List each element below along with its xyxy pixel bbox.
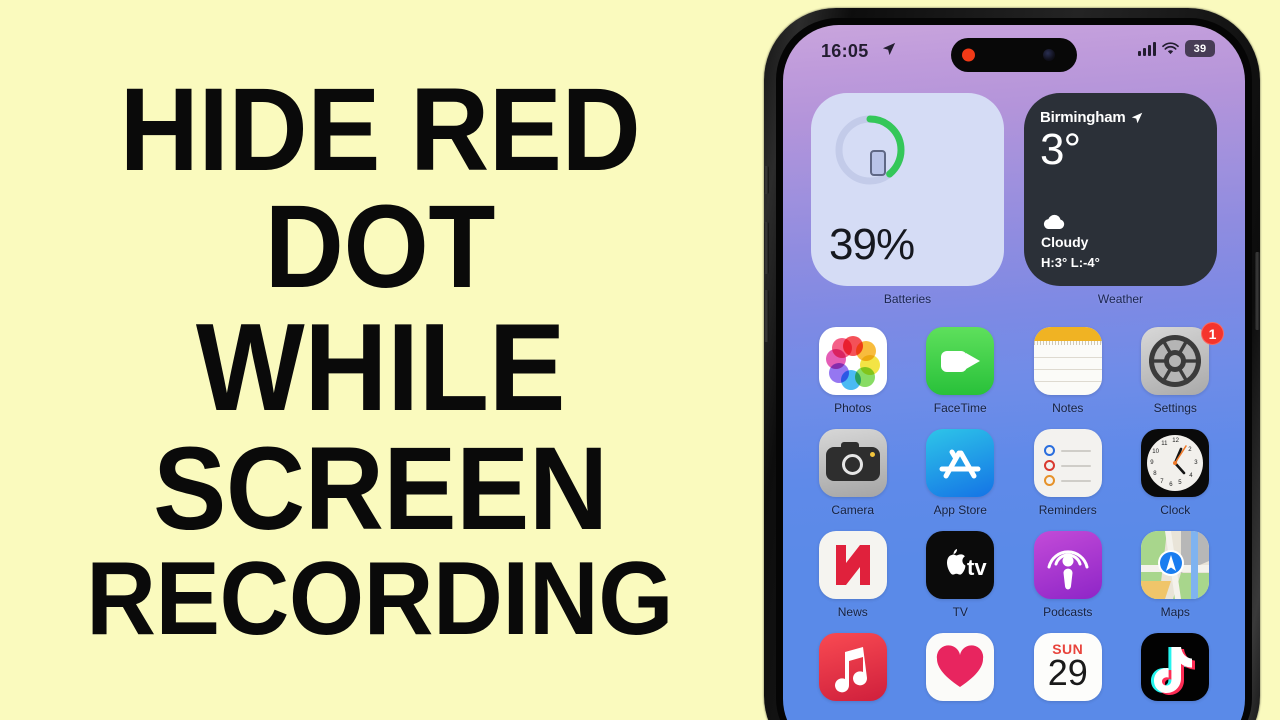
cellular-signal-icon (1138, 41, 1156, 56)
app-icon-facetime[interactable]: FaceTime (907, 327, 1015, 415)
status-bar-right-group: 39 (1138, 40, 1215, 57)
app-label: Settings (1153, 401, 1197, 415)
iphone-icon (870, 150, 886, 176)
weather-condition-text: Cloudy (1041, 234, 1089, 250)
notes-icon (1033, 327, 1102, 395)
battery-percent-text: 39% (829, 220, 915, 269)
app-icon-health[interactable] (907, 633, 1015, 707)
camera-icon (818, 429, 887, 497)
app-icon-calendar[interactable]: SUN 29 (1014, 633, 1122, 707)
title-line-1: HIDE RED (119, 63, 641, 196)
app-label: Photos (834, 401, 872, 415)
app-icon-maps[interactable]: Maps (1122, 531, 1230, 619)
news-icon (818, 531, 887, 599)
title-line-5: RECORDING (86, 541, 674, 658)
app-icon-clock[interactable]: 12 2 3 4 5 6 7 8 9 10 11 Clock (1122, 429, 1230, 517)
app-icon-podcasts[interactable]: Podcasts (1014, 531, 1122, 619)
app-grid: Photos FaceTime Notes 1 Settings Camera … (799, 322, 1230, 707)
location-arrow-icon (882, 42, 896, 56)
location-arrow-icon (1131, 112, 1142, 123)
maps-icon (1141, 531, 1210, 599)
app-icon-tv[interactable]: tv TV (907, 531, 1015, 619)
app-icon-music[interactable] (799, 633, 907, 707)
tiktok-icon (1141, 633, 1210, 701)
gear-icon (1149, 335, 1202, 387)
reminders-icon (1033, 429, 1102, 497)
widget-row: 39% Batteries Birmingham 3° Cloudy H:3° … (811, 93, 1217, 306)
app-label: Podcasts (1043, 605, 1093, 619)
app-label: Clock (1160, 503, 1191, 517)
app-label: Maps (1160, 605, 1190, 619)
mute-switch-button[interactable] (764, 166, 769, 194)
red-recording-dot-icon (962, 48, 975, 62)
podcasts-icon (1033, 531, 1102, 599)
weather-city-text: Birmingham (1040, 109, 1126, 126)
photos-icon (818, 327, 887, 395)
status-bar: 16:05 39 (783, 25, 1245, 83)
app-icon-camera[interactable]: Camera (799, 429, 907, 517)
weather-widget[interactable]: Birmingham 3° Cloudy H:3° L:-4° (1024, 93, 1217, 286)
app-label: Camera (831, 503, 875, 517)
clock-icon: 12 2 3 4 5 6 7 8 9 10 11 (1141, 429, 1210, 497)
app-icon-app-store[interactable]: App Store (907, 429, 1015, 517)
app-label: FaceTime (933, 401, 987, 415)
battery-level-text: 39 (1193, 42, 1207, 55)
battery-indicator: 39 (1185, 40, 1215, 57)
power-button[interactable] (1255, 252, 1260, 330)
weather-temperature-text: 3° (1040, 125, 1081, 174)
wifi-icon (1162, 41, 1179, 54)
app-label: TV (952, 605, 968, 619)
app-icon-reminders[interactable]: Reminders (1014, 429, 1122, 517)
tv-icon: tv (926, 531, 995, 599)
title-line-4: SCREEN (152, 422, 608, 555)
batteries-widget-cell: 39% Batteries (811, 93, 1004, 306)
app-label: Notes (1052, 401, 1084, 415)
iphone-device: 16:05 39 39% Batteries Birmingham 3° Clo… (762, 8, 1262, 720)
health-icon (926, 633, 995, 701)
dynamic-island[interactable] (951, 38, 1077, 72)
batteries-widget-label: Batteries (883, 292, 932, 306)
batteries-widget[interactable]: 39% (811, 93, 1004, 286)
phone-screen[interactable]: 16:05 39 39% Batteries Birmingham 3° Clo… (783, 25, 1245, 720)
volume-down-button[interactable] (764, 290, 769, 342)
title-line-2: DOT (264, 181, 496, 314)
app-label: News (837, 605, 868, 619)
app-label: Reminders (1038, 503, 1097, 517)
cloud-icon (1043, 214, 1065, 229)
weather-widget-label: Weather (1097, 292, 1144, 306)
status-bar-time: 16:05 (821, 41, 869, 61)
settings-icon (1141, 327, 1210, 395)
weather-widget-cell: Birmingham 3° Cloudy H:3° L:-4° Weather (1024, 93, 1217, 306)
thumbnail-title-block: HIDE RED DOT WHILE SCREEN RECORDING (0, 0, 760, 720)
phone-frame: 16:05 39 39% Batteries Birmingham 3° Clo… (764, 8, 1260, 720)
battery-ring-icon (835, 115, 905, 185)
app-icon-notes[interactable]: Notes (1014, 327, 1122, 415)
svg-text:tv: tv (967, 555, 987, 580)
weather-city-row: Birmingham (1040, 109, 1201, 126)
app-label: App Store (933, 503, 987, 517)
front-camera-icon (1043, 49, 1055, 61)
app-icon-tiktok[interactable] (1122, 633, 1230, 707)
app-store-icon (926, 429, 995, 497)
volume-up-button[interactable] (764, 222, 769, 274)
facetime-icon (926, 327, 995, 395)
settings-badge: 1 (1201, 322, 1224, 345)
weather-high-low-text: H:3° L:-4° (1041, 255, 1100, 270)
calendar-icon: SUN 29 (1033, 633, 1102, 701)
music-icon (818, 633, 887, 701)
app-icon-news[interactable]: News (799, 531, 907, 619)
title-line-3: WHILE (195, 299, 565, 438)
app-icon-settings[interactable]: 1 Settings (1122, 322, 1230, 415)
app-icon-photos[interactable]: Photos (799, 327, 907, 415)
